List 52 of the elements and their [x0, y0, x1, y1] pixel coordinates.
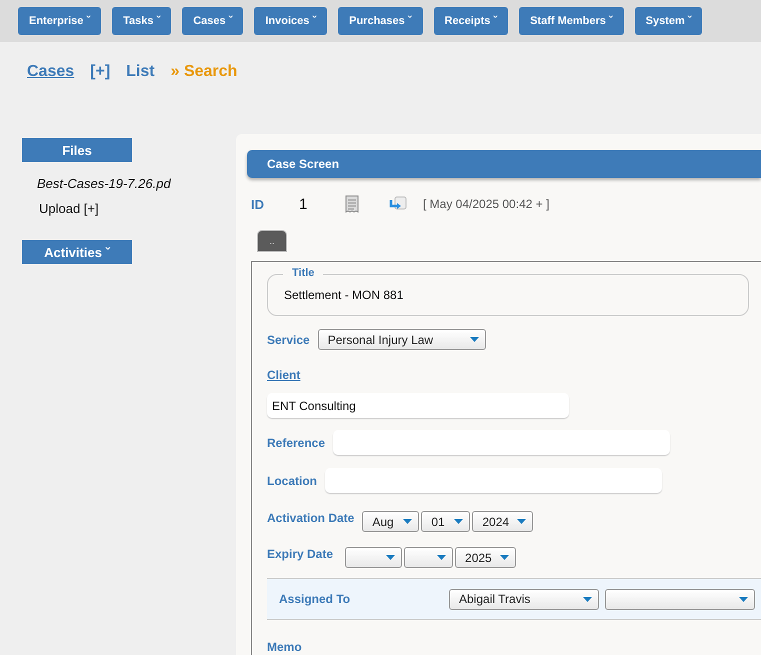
upload-link[interactable]: Upload [+]	[39, 201, 236, 216]
reference-label: Reference	[267, 436, 326, 450]
client-field[interactable]: ENT Consulting	[267, 393, 569, 418]
activation-date-label: Activation Date	[267, 511, 354, 525]
memo-label: Memo	[267, 640, 302, 654]
year-select[interactable]: 2025	[455, 547, 516, 568]
assignee-select[interactable]	[605, 588, 755, 610]
caret-icon	[517, 519, 526, 524]
cases-link[interactable]: Cases	[27, 63, 74, 81]
service-select[interactable]: Personal Injury Law	[318, 329, 486, 350]
location-label: Location	[267, 474, 317, 488]
year-select[interactable]: 2024	[472, 511, 534, 532]
title-label: Title	[283, 267, 324, 279]
assignee-select[interactable]: Abigail Travis	[449, 588, 599, 610]
day-select[interactable]	[404, 547, 454, 568]
list-link[interactable]: List	[126, 63, 155, 81]
menu-button[interactable]: Staff Members ˇ	[519, 7, 624, 35]
menu-button[interactable]: Receipts ˇ	[434, 7, 508, 35]
files-header[interactable]: Files	[22, 138, 132, 162]
location-field[interactable]	[325, 468, 662, 493]
id-label: ID	[251, 196, 265, 212]
expiry-date-label: Expiry Date	[267, 547, 334, 561]
caret-icon	[403, 519, 412, 524]
case-screen-header: Case Screen	[247, 150, 761, 178]
assigned-to-label: Assigned To	[279, 592, 352, 606]
caret-icon	[470, 337, 479, 342]
timestamp: [ May 04/2025 00:42 + ]	[423, 197, 550, 211]
menu-button[interactable]: Enterprise ˇ	[18, 7, 102, 35]
day-select[interactable]: 01	[421, 511, 470, 532]
form-tab[interactable]: ..	[257, 230, 287, 252]
menu-button[interactable]: Tasks ˇ	[112, 7, 172, 35]
month-select[interactable]	[345, 547, 402, 568]
add-link[interactable]: [+]	[90, 63, 110, 81]
document-icon[interactable]	[345, 195, 359, 213]
caret-icon	[739, 596, 748, 602]
file-link[interactable]: Best-Cases-19-7.26.pd	[37, 176, 236, 191]
service-label: Service	[267, 332, 310, 346]
menu-button[interactable]: Cases ˇ	[182, 7, 244, 35]
menu-button[interactable]: Invoices ˇ	[254, 7, 328, 35]
caret-icon	[500, 555, 510, 560]
month-select[interactable]: Aug	[362, 511, 420, 532]
caret-icon	[386, 555, 396, 560]
caret-icon	[583, 596, 592, 602]
copy-arrow-icon[interactable]	[389, 196, 407, 212]
caret-icon	[454, 519, 464, 524]
caret-icon	[437, 555, 446, 560]
id-value: 1	[299, 196, 308, 212]
menu-button[interactable]: Purchases ˇ	[338, 7, 422, 35]
client-link[interactable]: Client	[267, 368, 300, 382]
reference-field[interactable]	[333, 430, 670, 455]
menu-button[interactable]: System ˇ	[634, 7, 702, 35]
activities-header[interactable]: Activities ˇ	[22, 240, 132, 264]
